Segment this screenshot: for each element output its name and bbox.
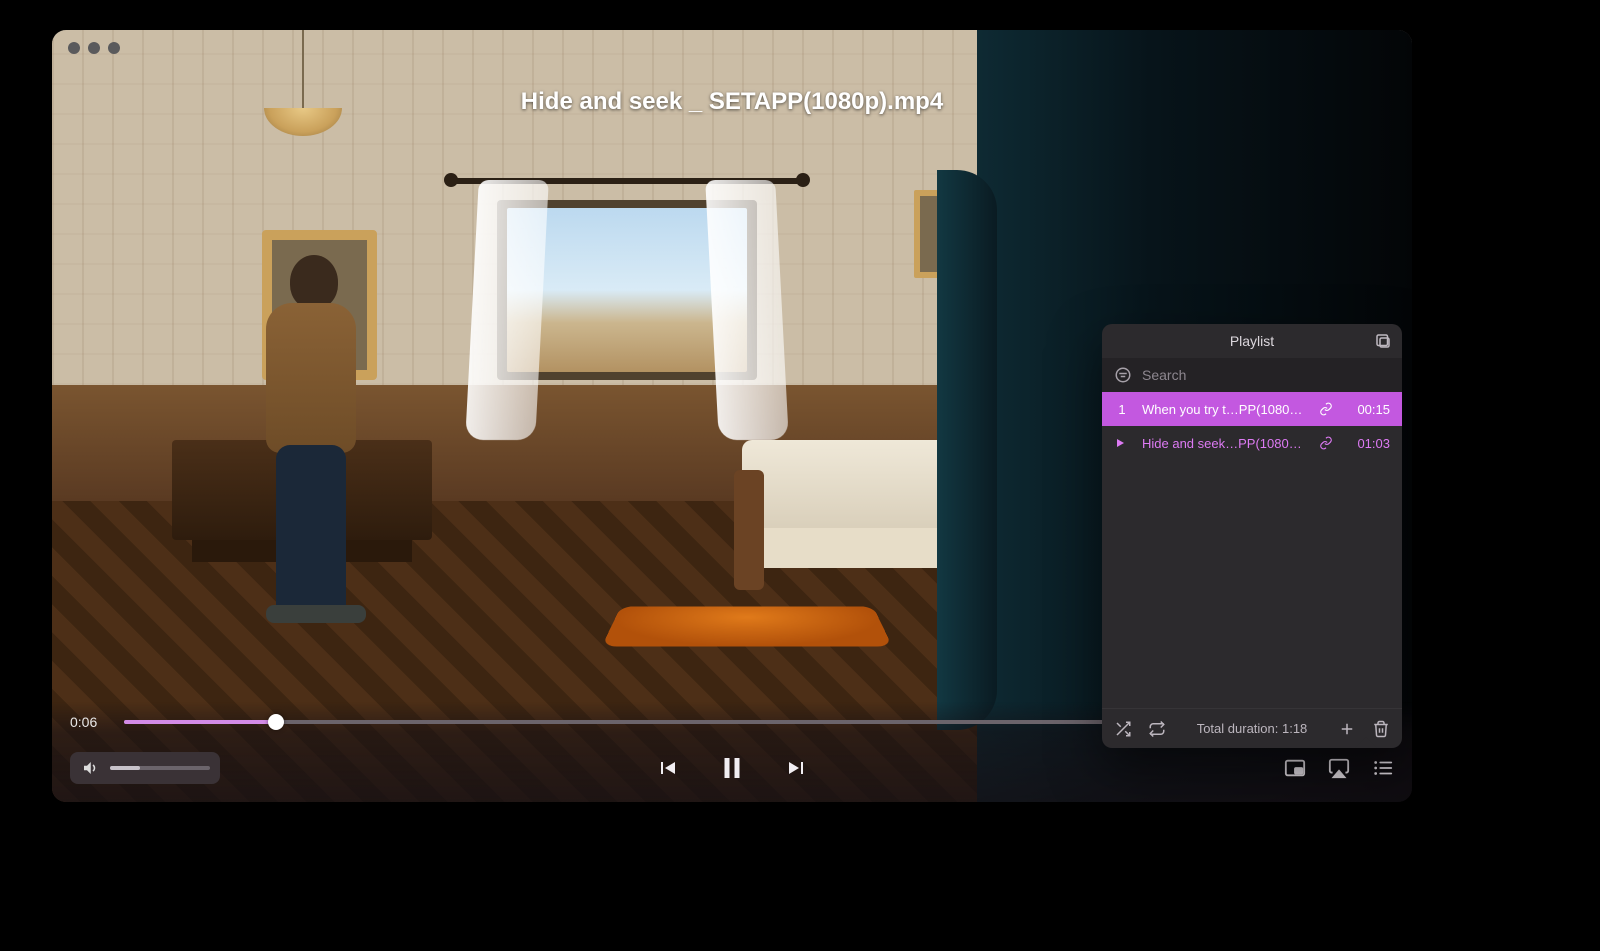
link-icon (1318, 401, 1334, 417)
playlist-item-duration: 01:03 (1346, 436, 1390, 451)
previous-button[interactable] (653, 754, 681, 782)
playlist-open-window-icon[interactable] (1374, 332, 1392, 350)
playlist-list: 1 When you try t…PP(1080p).mp4 00:15 Hid… (1102, 392, 1402, 708)
current-time: 0:06 (70, 714, 110, 730)
next-button[interactable] (783, 754, 811, 782)
airplay-icon[interactable] (1328, 757, 1350, 779)
playlist-item-title: When you try t…PP(1080p).mp4 (1142, 402, 1306, 417)
playlist-total-duration: Total duration: 1:18 (1182, 721, 1322, 736)
playlist-search (1102, 358, 1402, 392)
player-window: Hide and seek _ SETAPP(1080p).mp4 Playli… (52, 30, 1412, 802)
video-title-overlay: Hide and seek _ SETAPP(1080p).mp4 (521, 88, 943, 116)
window-close-button[interactable] (68, 42, 80, 54)
window-traffic-lights (68, 42, 120, 54)
playlist-item-title: Hide and seek…PP(1080p).mp4 (1142, 436, 1306, 451)
playlist-title: Playlist (1230, 333, 1274, 349)
playlist-panel: Playlist 1 When you try t…PP(1080p).mp4 (1102, 324, 1402, 748)
volume-icon (80, 758, 100, 778)
window-minimize-button[interactable] (88, 42, 100, 54)
link-icon (1318, 435, 1334, 451)
repeat-icon[interactable] (1148, 720, 1166, 738)
pip-icon[interactable] (1284, 757, 1306, 779)
playlist-item-index: 1 (1114, 402, 1130, 417)
add-icon[interactable] (1338, 720, 1356, 738)
volume-control[interactable] (70, 752, 220, 784)
pause-button[interactable] (715, 751, 749, 785)
playlist-filter-icon[interactable] (1114, 366, 1132, 384)
playlist-footer: Total duration: 1:18 (1102, 708, 1402, 748)
playlist-search-input[interactable] (1142, 367, 1390, 383)
playlist-item[interactable]: Hide and seek…PP(1080p).mp4 01:03 (1102, 426, 1402, 460)
playing-icon (1114, 437, 1130, 449)
shuffle-icon[interactable] (1114, 720, 1132, 738)
playlist-toggle-icon[interactable] (1372, 757, 1394, 779)
volume-slider[interactable] (110, 766, 210, 770)
playlist-item-duration: 00:15 (1346, 402, 1390, 417)
playlist-item[interactable]: 1 When you try t…PP(1080p).mp4 00:15 (1102, 392, 1402, 426)
window-zoom-button[interactable] (108, 42, 120, 54)
trash-icon[interactable] (1372, 720, 1390, 738)
